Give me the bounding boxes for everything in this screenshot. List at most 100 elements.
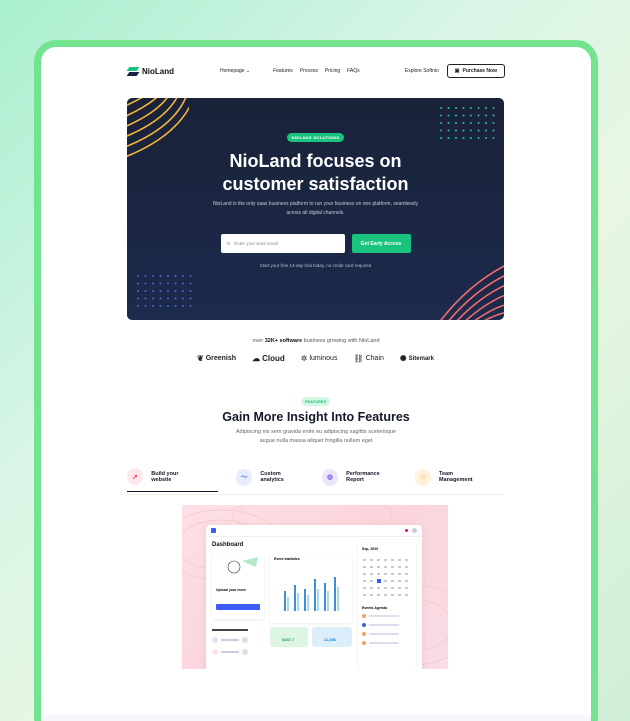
calendar-day[interactable]	[398, 587, 401, 589]
dot	[447, 107, 450, 109]
purchase-button[interactable]: ▣ Purchase Now	[446, 64, 505, 78]
cloud-icon: ☁	[252, 354, 261, 363]
calendar-day[interactable]	[377, 573, 380, 575]
dot	[440, 122, 442, 124]
menu-features[interactable]: Features	[273, 68, 293, 74]
dot	[152, 290, 154, 292]
calendar-day[interactable]	[370, 594, 373, 596]
calendar-day[interactable]	[405, 594, 408, 596]
dot	[189, 290, 192, 292]
trust-line: over 32K+ software business growing with…	[41, 338, 591, 344]
calendar-day[interactable]	[370, 587, 373, 589]
calendar-day[interactable]	[398, 566, 401, 568]
calendar-day[interactable]	[384, 566, 387, 568]
rocket-icon: ➚	[127, 468, 144, 485]
calendar-day[interactable]	[391, 580, 394, 582]
menu-pricing[interactable]: Pricing	[325, 68, 340, 74]
calendar-day[interactable]	[391, 573, 394, 575]
calendar-day[interactable]	[391, 566, 394, 568]
calendar-day[interactable]	[405, 566, 408, 568]
calendar-day[interactable]	[363, 566, 366, 568]
menu-faqs[interactable]: FAQs	[347, 68, 360, 74]
project-row	[212, 637, 264, 643]
brand-logo[interactable]: NioLand	[127, 67, 174, 76]
calendar-day[interactable]	[405, 559, 408, 561]
calendar-day[interactable]	[398, 594, 401, 596]
features-subtitle: Adipiscing nis sem gravida enim eu adipi…	[41, 428, 591, 446]
hero-description: NioLand is the only saas business platfo…	[212, 201, 419, 216]
explore-link[interactable]: Explore Softnio	[405, 68, 439, 74]
calendar-day[interactable]	[391, 594, 394, 596]
dot	[167, 305, 169, 307]
calendar-day[interactable]	[377, 587, 380, 589]
calendar-day[interactable]	[405, 587, 408, 589]
calendar-day[interactable]	[370, 573, 373, 575]
tab-team-management[interactable]: ☺ Team Management	[414, 462, 486, 492]
calendar-day[interactable]	[391, 587, 394, 589]
dot	[440, 129, 442, 132]
report-icon: ◍	[321, 468, 339, 486]
calendar-day[interactable]	[370, 580, 373, 582]
calendar-day[interactable]	[363, 573, 366, 575]
calendar-day[interactable]	[363, 580, 366, 582]
dot	[174, 275, 177, 277]
dot	[182, 305, 184, 307]
dot	[167, 282, 169, 285]
dot	[477, 122, 480, 124]
teal-dot-grid	[440, 107, 495, 139]
dot	[137, 297, 139, 300]
calendar-day[interactable]	[377, 559, 380, 561]
dashboard-preview: Dashboard Upload your more Event statist…	[182, 505, 448, 669]
calendar-day[interactable]	[384, 559, 387, 561]
email-field[interactable]: ✉ Enter your work email	[220, 234, 345, 253]
bar-chart	[284, 577, 339, 611]
calendar-day[interactable]	[405, 573, 408, 575]
calendar-day[interactable]	[377, 594, 380, 596]
stat-value-1: $487.7	[282, 637, 295, 642]
calendar-day[interactable]	[370, 566, 373, 568]
calendar-day[interactable]	[384, 580, 387, 582]
mail-icon: ✉	[226, 240, 231, 246]
dot	[159, 282, 162, 285]
dot	[144, 275, 147, 277]
agenda-item	[362, 641, 412, 645]
brand-chain: ⛓ Chain	[353, 354, 383, 363]
calendar-day[interactable]	[363, 559, 366, 561]
calendar-day[interactable]	[391, 559, 394, 561]
brand-chain-label: Chain	[365, 355, 384, 362]
agenda-line	[369, 615, 399, 617]
calendar-day[interactable]	[398, 580, 401, 582]
get-early-access-button[interactable]: Get Early Access	[351, 234, 411, 253]
tab-build-website[interactable]: ➚ Build your website	[127, 462, 219, 492]
brand-logos: ❦ Greenish ☁ Cloud ✲ luminous ⛓ Chain ✺ Sitem…	[197, 354, 434, 363]
dot	[159, 290, 162, 292]
agenda-line	[369, 624, 399, 626]
calendar-day[interactable]	[363, 587, 366, 589]
menu-homepage[interactable]: Homepage ⌄	[220, 68, 250, 74]
menu-process[interactable]: Process	[300, 68, 318, 74]
calendar-day[interactable]	[370, 559, 373, 561]
calendar-day[interactable]	[384, 573, 387, 575]
calendar-day[interactable]	[363, 594, 366, 596]
upload-button[interactable]	[216, 604, 260, 610]
tab-custom-analytics[interactable]: 〜 Custom analytics	[236, 462, 304, 492]
dot	[462, 107, 465, 109]
brand-luminous: ✲ luminous	[301, 354, 338, 363]
calendar-day[interactable]	[377, 566, 380, 568]
calendar-day[interactable]	[398, 573, 401, 575]
menu-homepage-label: Homepage	[220, 68, 245, 74]
tab-performance-report[interactable]: ◍ Performance Report	[321, 462, 397, 492]
stats-card: Event statistics	[270, 553, 352, 623]
analytics-icon: 〜	[236, 468, 253, 486]
calendar-day[interactable]	[384, 594, 387, 596]
dot	[485, 137, 487, 139]
brand-sitemark: ✺ Sitemark	[400, 354, 434, 363]
calendar-day[interactable]	[398, 559, 401, 561]
calendar-day[interactable]	[405, 580, 408, 582]
dot	[477, 107, 480, 109]
dot	[167, 290, 169, 292]
brand-luminous-label: luminous	[309, 355, 338, 362]
calendar-day[interactable]	[384, 587, 387, 589]
stats-title: Event statistics	[274, 557, 300, 561]
dot	[447, 137, 450, 139]
